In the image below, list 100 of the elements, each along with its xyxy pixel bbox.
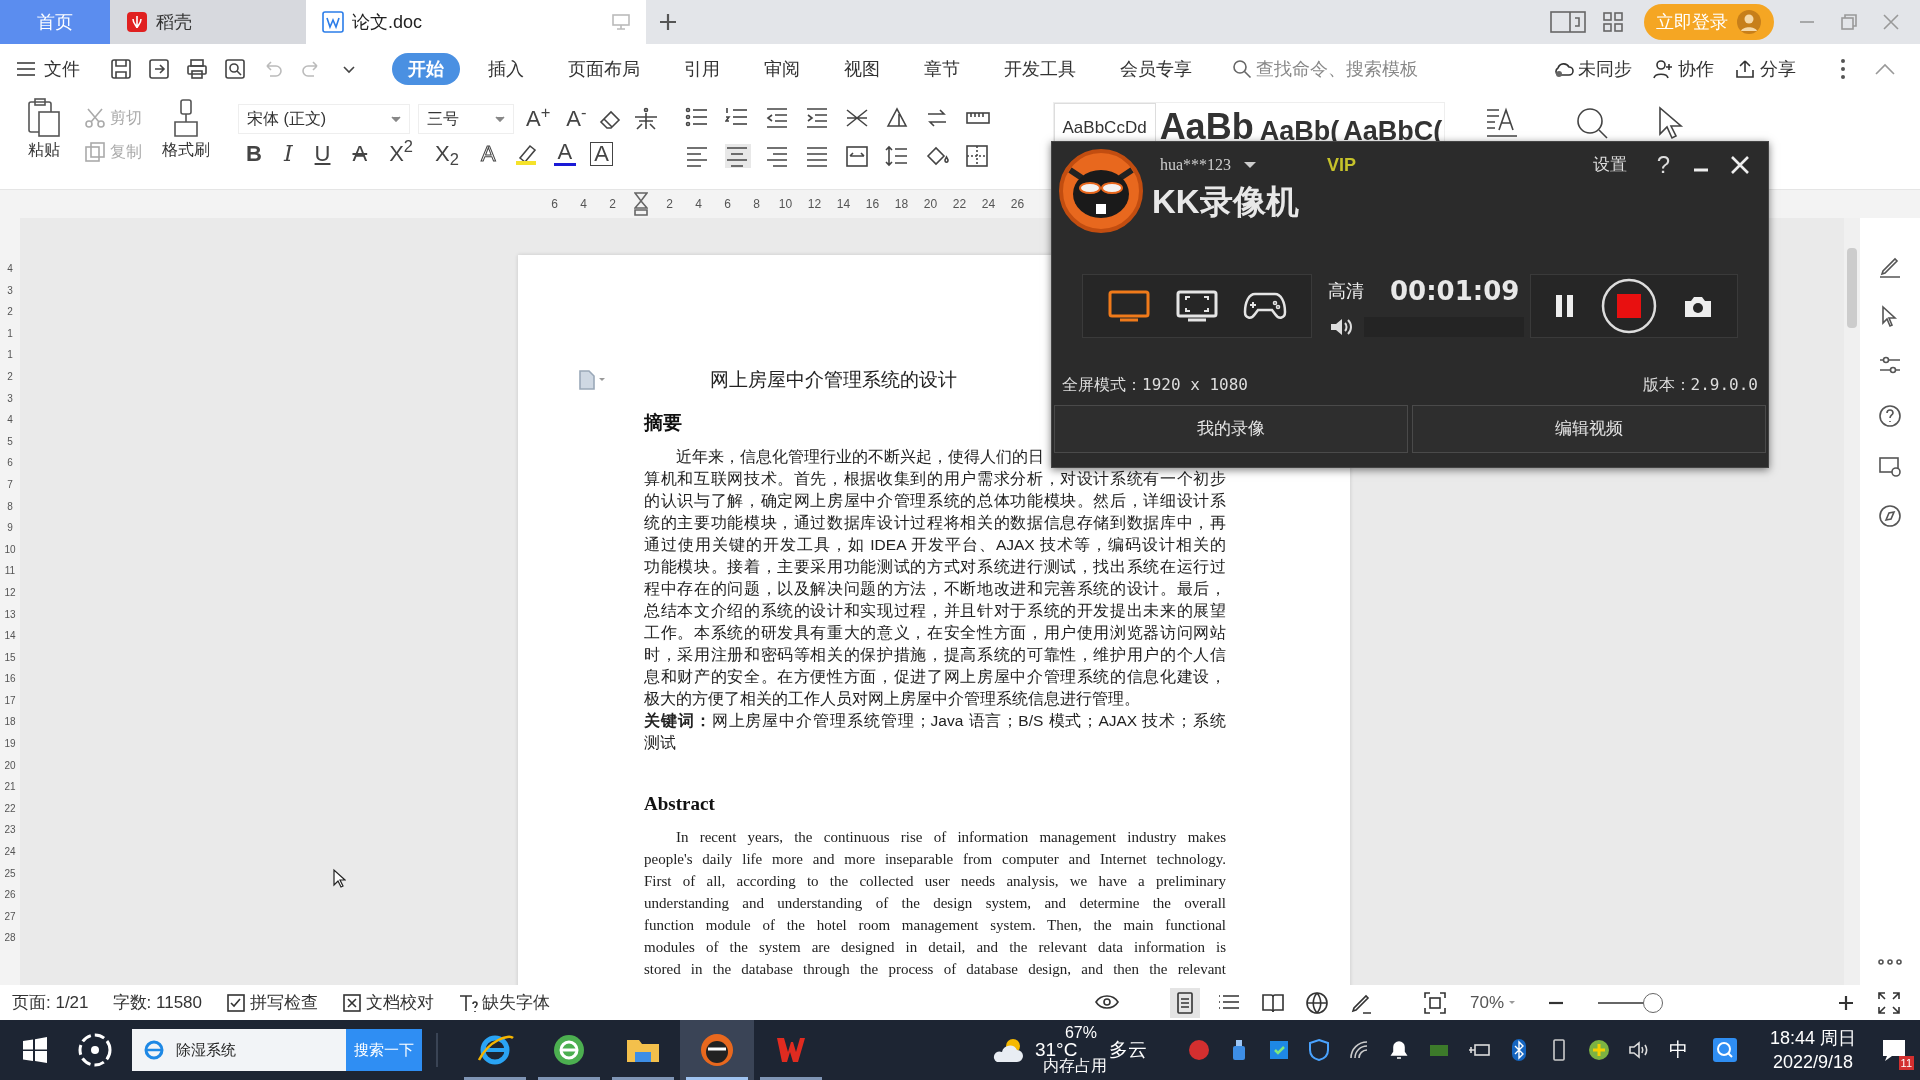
ribbon-tab[interactable]: 插入 xyxy=(480,53,532,85)
style-panel-icon[interactable] xyxy=(1485,106,1520,140)
ribbon-tab[interactable]: 开发工具 xyxy=(996,53,1084,85)
capture-mode-info: 全屏模式：1920 x 1080 xyxy=(1062,374,1248,396)
writer-doc-icon xyxy=(322,11,344,33)
zoom-in-icon[interactable] xyxy=(1838,994,1854,1011)
file-menu[interactable]: 文件 xyxy=(16,55,80,83)
slider-thumb[interactable] xyxy=(1642,992,1663,1013)
font-family-dropdown[interactable]: 宋体 (正文) xyxy=(238,103,410,134)
page-count: 页面: 1/21 xyxy=(12,991,89,1014)
style-preset[interactable]: AaBbC( xyxy=(1341,118,1445,145)
memory-label: 内存占用 xyxy=(1042,1056,1107,1076)
format-bold-button[interactable]: B xyxy=(242,142,266,165)
ruler-number: 4 xyxy=(7,413,13,428)
body-text-line: 工作。本系统的研发具有重大的意义，在安全性方面，用户使用浏览器访问网站 xyxy=(644,622,1226,643)
help-button[interactable]: ? xyxy=(1656,147,1670,183)
spell-tool-button[interactable]: 拼写检查 xyxy=(226,989,318,1016)
font-size-step-button[interactable]: A$^{-}$ xyxy=(562,102,591,135)
ribbon-tab[interactable]: 引用 xyxy=(676,53,728,85)
search-engine-button[interactable] xyxy=(132,1029,168,1071)
ribbon-tab[interactable]: 会员专享 xyxy=(1112,53,1200,85)
new-tab-plus-icon[interactable] xyxy=(658,12,678,32)
taskbar-app[interactable] xyxy=(680,1020,754,1080)
share-button[interactable]: 分享 xyxy=(1734,55,1796,83)
style-preset[interactable]: AaBb xyxy=(1155,109,1258,145)
plus-circle-icon[interactable] xyxy=(1586,1038,1611,1062)
shield-icon[interactable] xyxy=(1306,1038,1331,1062)
format-sub-button[interactable]: X$_{2}$ xyxy=(431,142,463,165)
ribbon-tab[interactable]: 视图 xyxy=(836,53,888,85)
ruler-number: 8 xyxy=(7,499,13,514)
format-underline-button[interactable]: U xyxy=(310,142,335,165)
copy-icon xyxy=(84,141,106,163)
format-sup-button[interactable]: X$^{2}$ xyxy=(385,142,418,165)
document-tab[interactable]: 论文.doc xyxy=(306,0,646,44)
compass-icon[interactable] xyxy=(1878,504,1902,528)
ruler-number: 13 xyxy=(4,607,16,622)
help-icon[interactable] xyxy=(1878,404,1902,428)
pause-icon[interactable] xyxy=(1555,292,1575,319)
windows-start-icon[interactable] xyxy=(22,1037,48,1063)
account-dropdown[interactable]: hua***123 xyxy=(1160,153,1258,177)
distributed-align-icon[interactable] xyxy=(844,144,871,168)
caret-icon xyxy=(1243,161,1258,169)
format-strike-button[interactable]: A xyxy=(348,142,372,165)
stop-record-button[interactable] xyxy=(1601,277,1657,334)
select-pointer-icon[interactable] xyxy=(1657,106,1686,140)
taskbar-search-field[interactable]: 除湿系统 xyxy=(168,1029,346,1071)
paste-button[interactable]: 粘贴 xyxy=(16,98,72,162)
input-method-indicator[interactable]: 中 xyxy=(1668,1035,1688,1065)
document-tab[interactable]: 稻壳 xyxy=(110,0,306,44)
notification-button[interactable]: 11 xyxy=(1874,1030,1914,1070)
ruler-number: 22 xyxy=(951,196,968,213)
layout-toggle-icon[interactable] xyxy=(1550,10,1586,34)
tray-app-icon[interactable] xyxy=(1186,1038,1211,1062)
print-icon[interactable] xyxy=(186,58,208,80)
shading-icon[interactable] xyxy=(924,144,951,168)
recorder-action-button[interactable]: 我的录像 xyxy=(1054,405,1408,453)
ruler-number: 16 xyxy=(4,672,16,687)
format-painter-button[interactable]: 格式刷 xyxy=(154,98,218,162)
grid-apps-icon[interactable] xyxy=(1602,11,1624,33)
ribbon-tab[interactable]: 审阅 xyxy=(756,53,808,85)
print-preview-icon[interactable] xyxy=(224,58,246,80)
export-icon[interactable] xyxy=(148,58,170,80)
indent-marker-icon[interactable] xyxy=(634,192,648,216)
ribbon-tab[interactable]: 章节 xyxy=(916,53,968,85)
command-search-field[interactable]: 查找命令、搜索模板 xyxy=(1232,53,1462,85)
more-options-icon[interactable] xyxy=(1840,58,1846,80)
word-count: 字数: 11580 xyxy=(112,991,202,1014)
ruler-number: 6 xyxy=(550,196,559,213)
page-view-button[interactable] xyxy=(1169,987,1200,1018)
ruler-number: 8 xyxy=(752,196,761,213)
search-icon[interactable] xyxy=(1575,106,1610,140)
font-size-dropdown[interactable]: 三号 xyxy=(418,103,514,134)
vip-label: VIP xyxy=(1327,153,1357,177)
document-icon xyxy=(578,370,596,390)
save-icon[interactable] xyxy=(110,58,132,80)
fit-page-icon[interactable] xyxy=(1423,991,1446,1014)
recorder-action-button[interactable]: 编辑视频 xyxy=(1412,405,1766,453)
collapse-ribbon-icon[interactable] xyxy=(1874,62,1896,76)
borders-icon[interactable] xyxy=(964,144,991,168)
format-color-button[interactable]: A xyxy=(553,141,577,166)
format-italic-button[interactable]: I xyxy=(279,142,297,165)
more-icon[interactable] xyxy=(1878,959,1902,965)
font-size-step-button[interactable]: A$^{+}$ xyxy=(522,102,555,135)
scissors-icon xyxy=(84,107,106,129)
fullscreen-icon[interactable] xyxy=(1878,991,1900,1014)
scrollbar-thumb[interactable] xyxy=(1847,248,1857,328)
style-preset[interactable]: AaBb( xyxy=(1257,118,1342,145)
sync-status-button[interactable]: 未同步 xyxy=(1552,55,1632,83)
format-border-button[interactable]: A xyxy=(590,141,613,166)
ribbon-tab[interactable]: 页面布局 xyxy=(560,53,648,85)
body-text-line: 时，采用注册和密码等相关的保护措施，提高系统的可靠性，维护用户的个人信 xyxy=(644,644,1226,665)
tray-search-icon[interactable] xyxy=(1711,1037,1738,1063)
proof-tool-button[interactable]: 文档校对 xyxy=(342,989,434,1016)
settings-link[interactable]: 设置 xyxy=(1592,152,1627,178)
pinwheel-icon[interactable] xyxy=(78,1033,112,1067)
align-center-icon[interactable] xyxy=(724,144,751,168)
collaborate-button[interactable]: 协作 xyxy=(1652,55,1714,83)
memory-percent: 67% xyxy=(1064,1023,1097,1043)
font-tool-button[interactable]: 缺失字体 xyxy=(458,989,550,1016)
zoom-dropdown[interactable]: 70% xyxy=(1469,989,1516,1016)
